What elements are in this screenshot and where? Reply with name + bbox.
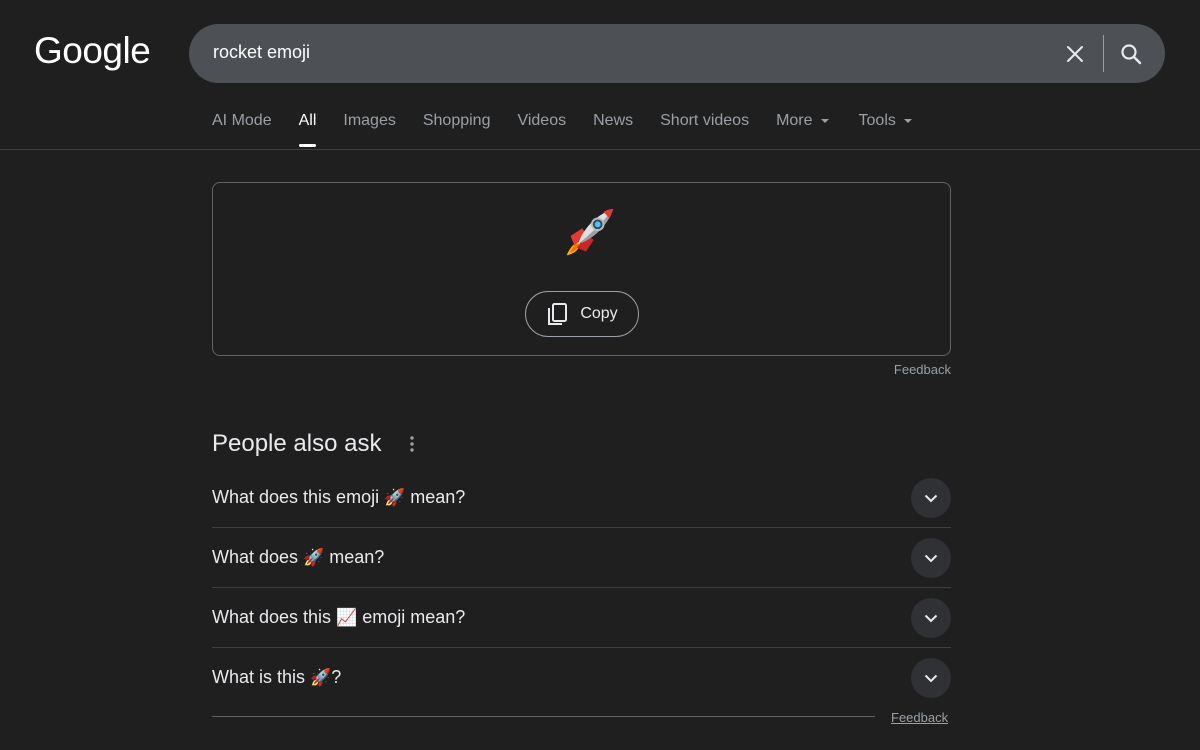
- paa-question-text: What does 🚀 mean?: [212, 547, 385, 567]
- google-logo[interactable]: Google: [34, 30, 151, 72]
- chevron-down-icon: [924, 614, 938, 622]
- chevron-down-icon: [924, 554, 938, 562]
- tab-tools[interactable]: Tools: [859, 112, 912, 150]
- close-icon: [1067, 46, 1083, 62]
- active-tab-indicator: [298, 144, 317, 147]
- caret-down-icon: [903, 118, 912, 123]
- chevron-down-icon: [924, 494, 938, 502]
- header: Google rocket emoji AI Mode All Images S…: [0, 0, 1200, 150]
- expand-button[interactable]: [911, 538, 951, 578]
- paa-question[interactable]: What does 🚀 mean?: [212, 528, 951, 588]
- search-icon: [1121, 44, 1142, 65]
- section-divider: [212, 716, 875, 717]
- tab-short-videos[interactable]: Short videos: [660, 112, 749, 150]
- paa-menu-button[interactable]: [402, 434, 422, 454]
- search-input[interactable]: rocket emoji: [213, 42, 310, 63]
- paa-question-text: What does this 📈 emoji mean?: [212, 607, 466, 627]
- tab-news[interactable]: News: [593, 112, 633, 150]
- tab-videos[interactable]: Videos: [517, 112, 566, 150]
- copy-icon: [548, 303, 568, 325]
- paa-question[interactable]: What is this 🚀?: [212, 648, 951, 708]
- people-also-ask-title: People also ask: [212, 430, 382, 457]
- tab-images[interactable]: Images: [343, 112, 395, 150]
- paa-question-text: What does this emoji 🚀 mean?: [212, 487, 466, 507]
- paa-question[interactable]: What does this 📈 emoji mean?: [212, 588, 951, 648]
- expand-button[interactable]: [911, 478, 951, 518]
- copy-label: Copy: [580, 305, 618, 322]
- expand-button[interactable]: [911, 658, 951, 698]
- caret-down-icon: [820, 118, 829, 123]
- more-vert-icon: [410, 436, 414, 452]
- tab-all[interactable]: All: [298, 112, 317, 150]
- chevron-down-icon: [924, 674, 938, 682]
- rocket-icon: [566, 208, 614, 256]
- tab-shopping[interactable]: Shopping: [423, 112, 491, 150]
- paa-question[interactable]: What does this emoji 🚀 mean?: [212, 468, 951, 528]
- search-bar[interactable]: rocket emoji: [189, 24, 1165, 83]
- search-tabs: AI Mode All Images Shopping Videos News …: [212, 112, 939, 150]
- search-button[interactable]: [1115, 38, 1147, 70]
- tab-more[interactable]: More: [776, 112, 829, 150]
- clear-search-button[interactable]: [1059, 38, 1091, 70]
- expand-button[interactable]: [911, 598, 951, 638]
- paa-question-text: What is this 🚀?: [212, 667, 342, 687]
- people-also-ask-list: What does this emoji 🚀 mean? What does 🚀…: [212, 468, 951, 708]
- feedback-link[interactable]: Feedback: [894, 362, 951, 377]
- search-divider: [1103, 35, 1104, 72]
- copy-button[interactable]: Copy: [525, 291, 639, 337]
- tab-ai-mode[interactable]: AI Mode: [212, 112, 272, 150]
- feedback-link[interactable]: Feedback: [891, 710, 948, 725]
- emoji-card: Copy: [212, 182, 951, 356]
